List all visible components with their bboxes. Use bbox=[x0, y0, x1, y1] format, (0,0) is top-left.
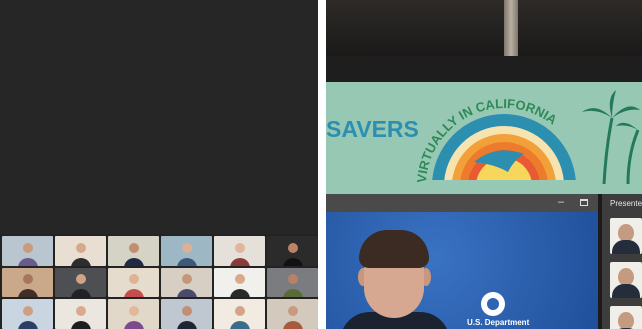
participant-tile[interactable] bbox=[161, 236, 212, 266]
speaker-hair bbox=[359, 230, 429, 268]
participant-head bbox=[181, 274, 192, 285]
participant-head bbox=[234, 274, 245, 285]
participant-body bbox=[229, 257, 250, 266]
participant-body bbox=[282, 320, 303, 329]
participant-head bbox=[181, 305, 192, 316]
participant-tile[interactable] bbox=[2, 299, 53, 329]
collage-divider bbox=[318, 0, 326, 329]
participant-tile[interactable] bbox=[267, 267, 318, 298]
participant-body bbox=[176, 289, 197, 298]
presenter-tile[interactable] bbox=[610, 262, 642, 298]
participant-head bbox=[22, 305, 33, 316]
participant-head bbox=[128, 242, 139, 253]
participant-body bbox=[17, 289, 38, 298]
shared-screen-area bbox=[0, 0, 318, 234]
participant-body bbox=[282, 289, 303, 298]
participant-body bbox=[123, 320, 144, 329]
participant-tile[interactable] bbox=[2, 236, 53, 266]
palm-tree-icon bbox=[602, 117, 640, 185]
participant-head bbox=[128, 305, 139, 316]
brand-title: SAVERS bbox=[326, 116, 419, 142]
maximize-button[interactable] bbox=[580, 199, 588, 206]
gallery-screenshot bbox=[0, 0, 318, 329]
event-logo: VIRTUALLY IN CALIFORNIA bbox=[416, 90, 640, 185]
speaker-background-caption: U.S. Department bbox=[467, 318, 530, 327]
participant-tile[interactable] bbox=[55, 267, 106, 298]
participant-body bbox=[17, 257, 38, 266]
presenter-tile[interactable] bbox=[610, 306, 642, 329]
participant-head bbox=[287, 305, 298, 316]
participant-head bbox=[234, 242, 245, 253]
participant-body bbox=[123, 289, 144, 298]
monitor-photo: SAVERS VIRTUALLY IN CALIFORNIA bbox=[326, 0, 642, 329]
participant-head bbox=[22, 242, 33, 253]
participant-body bbox=[282, 257, 303, 266]
room-pillar bbox=[504, 0, 518, 56]
presenters-label: Presente bbox=[610, 199, 642, 208]
participant-tile[interactable] bbox=[214, 236, 265, 266]
participant-tile[interactable] bbox=[55, 236, 106, 266]
usdot-logo-mark bbox=[487, 298, 499, 310]
participant-tile[interactable] bbox=[267, 299, 318, 329]
participant-body bbox=[70, 289, 91, 298]
participant-head bbox=[287, 242, 298, 253]
participant-tile[interactable] bbox=[161, 267, 212, 298]
presenter-body bbox=[612, 284, 640, 298]
participant-body bbox=[70, 257, 91, 266]
presenter-tile[interactable] bbox=[610, 218, 642, 254]
participant-body bbox=[123, 257, 144, 266]
participant-body bbox=[229, 289, 250, 298]
presenter-head bbox=[618, 312, 634, 329]
participant-body bbox=[229, 320, 250, 329]
participant-head bbox=[234, 305, 245, 316]
participant-head bbox=[75, 274, 86, 285]
minimize-button[interactable]: – bbox=[558, 196, 564, 208]
participant-head bbox=[75, 242, 86, 253]
participant-head bbox=[181, 242, 192, 253]
participant-body bbox=[176, 257, 197, 266]
participant-tile[interactable] bbox=[161, 299, 212, 329]
participant-head bbox=[287, 274, 298, 285]
participant-tile[interactable] bbox=[267, 236, 318, 266]
participant-head bbox=[22, 274, 33, 285]
participant-tile[interactable] bbox=[55, 299, 106, 329]
participant-head bbox=[75, 305, 86, 316]
participant-tile[interactable] bbox=[108, 299, 159, 329]
participant-tile[interactable] bbox=[214, 299, 265, 329]
participant-body bbox=[17, 320, 38, 329]
participant-tile[interactable] bbox=[2, 267, 53, 298]
participant-body bbox=[176, 320, 197, 329]
presenter-body bbox=[612, 240, 640, 254]
participant-gallery-grid bbox=[2, 236, 318, 329]
participant-head bbox=[128, 274, 139, 285]
participant-tile[interactable] bbox=[108, 267, 159, 298]
participant-tile[interactable] bbox=[214, 267, 265, 298]
participant-tile[interactable] bbox=[108, 236, 159, 266]
room-background bbox=[326, 0, 642, 60]
participant-body bbox=[70, 320, 91, 329]
